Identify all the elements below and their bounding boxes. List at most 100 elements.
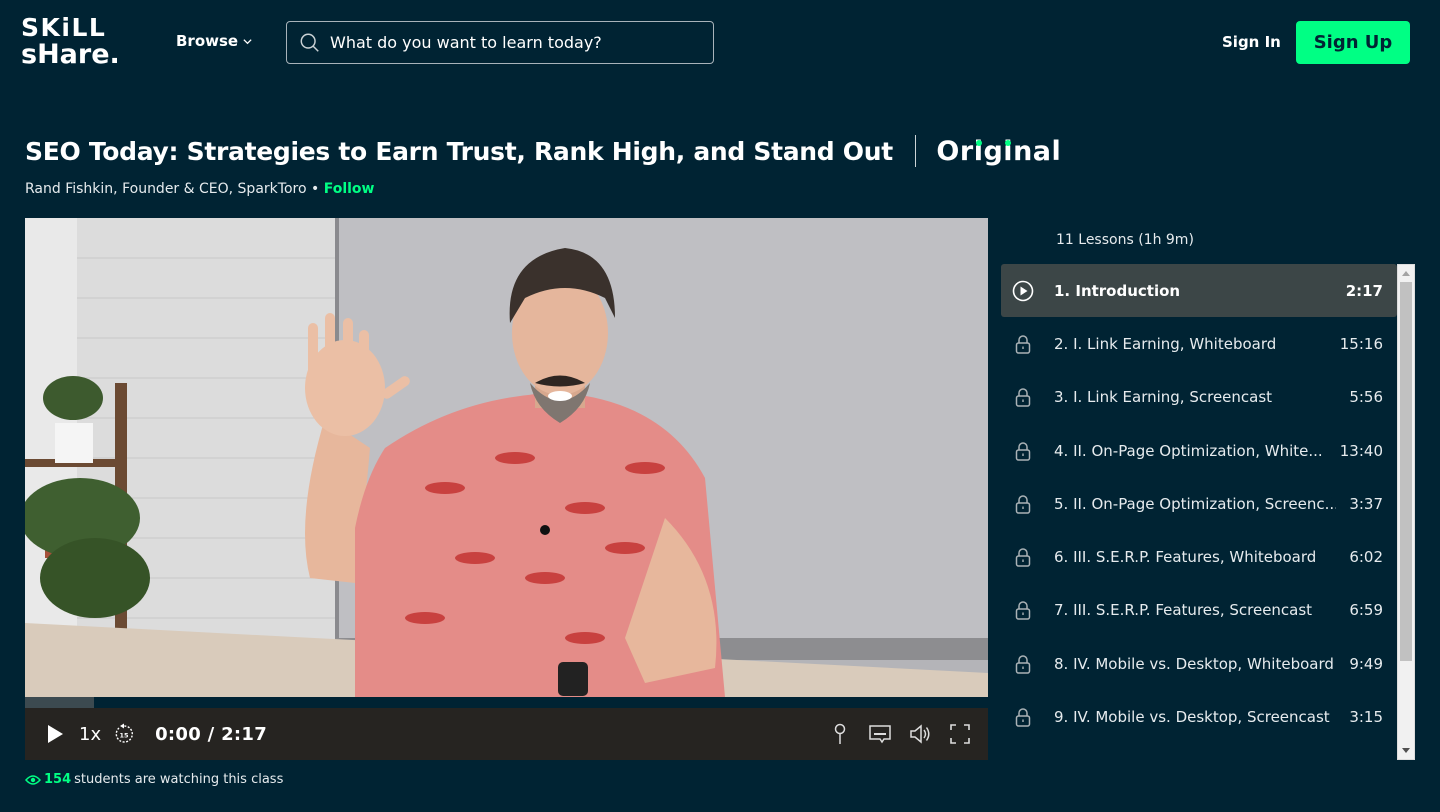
volume-icon [910, 724, 930, 744]
time-separator: / [201, 723, 222, 745]
lock-icon [1015, 654, 1031, 674]
volume-button[interactable] [908, 722, 932, 746]
scroll-down-arrow[interactable] [1402, 748, 1410, 753]
sign-in-link[interactable]: Sign In [1222, 33, 1281, 51]
lock-icon [1015, 495, 1031, 514]
browse-label: Browse [176, 32, 239, 50]
fullscreen-icon [950, 724, 970, 744]
badge-text-part: Or [936, 135, 974, 167]
lesson-title: 8. IV. Mobile vs. Desktop, Whiteboard [1054, 654, 1334, 673]
video-progress-bar[interactable] [25, 697, 988, 708]
rewind-15-button[interactable]: 15 [113, 723, 135, 745]
lesson-list: 1. Introduction 2:17 2. I. Link Earning, W… [1001, 264, 1397, 760]
lock-icon [1015, 708, 1031, 727]
lesson-title: 2. I. Link Earning, Whiteboard [1054, 334, 1277, 353]
logo-line-1: SKiLL [21, 13, 107, 42]
lesson-list-scrollbar[interactable] [1397, 264, 1415, 760]
follow-button[interactable]: Follow [324, 181, 375, 197]
duration: 2:17 [221, 723, 268, 745]
search-box[interactable] [286, 21, 714, 64]
watching-text: students are watching this class [74, 772, 284, 787]
lesson-lock-indicator [1012, 599, 1034, 621]
lock-icon [1015, 548, 1031, 567]
course-title-row: SEO Today: Strategies to Earn Trust, Ran… [25, 135, 1061, 167]
lesson-item[interactable]: 4. II. On-Page Optimization, White... 13:… [1001, 424, 1397, 477]
lesson-title: 6. III. S.E.R.P. Features, Whiteboard [1054, 548, 1317, 567]
pin-icon [834, 723, 846, 744]
lesson-title: 4. II. On-Page Optimization, White... [1054, 441, 1323, 460]
captions-icon [869, 725, 891, 744]
lesson-duration: 6:02 [1349, 548, 1383, 567]
author-name[interactable]: Rand Fishkin, Founder & CEO, SparkToro [25, 181, 307, 197]
time-display: 0:00 / 2:17 [155, 724, 267, 745]
search-icon [300, 33, 319, 52]
lesson-lock-indicator [1012, 546, 1034, 568]
title-divider [914, 135, 917, 167]
lesson-duration: 9:49 [1349, 654, 1383, 673]
course-title: SEO Today: Strategies to Earn Trust, Ran… [25, 136, 893, 166]
rewind-15-icon: 15 [115, 723, 134, 743]
fullscreen-button[interactable] [948, 722, 972, 746]
browse-menu-button[interactable]: Browse [176, 32, 253, 50]
lesson-lock-indicator [1012, 440, 1034, 462]
lesson-lock-indicator [1012, 653, 1034, 675]
video-frame[interactable] [25, 218, 988, 697]
play-icon [48, 725, 63, 743]
skillshare-logo[interactable]: SKiLL sHare. [21, 14, 136, 68]
lesson-title: 7. III. S.E.R.P. Features, Screencast [1054, 601, 1313, 620]
search-input[interactable] [330, 33, 690, 52]
lesson-duration: 13:40 [1339, 441, 1383, 460]
lesson-lock-indicator [1012, 333, 1034, 355]
lesson-title: 5. II. On-Page Optimization, Screenc... [1054, 494, 1336, 513]
lesson-item[interactable]: 8. IV. Mobile vs. Desktop, Whiteboard 9:4… [1001, 637, 1397, 690]
watching-count: 154 [44, 772, 72, 787]
play-button[interactable] [45, 723, 65, 745]
lesson-play-indicator [1012, 280, 1034, 302]
badge-text-part: i [973, 135, 984, 167]
lesson-duration: 3:37 [1349, 494, 1383, 513]
lesson-duration: 2:17 [1345, 281, 1383, 300]
lesson-lock-indicator [1012, 493, 1034, 515]
badge-text-part: g [983, 135, 1004, 167]
pin-button[interactable] [828, 722, 852, 746]
lessons-summary: 11 Lessons (1h 9m) [1056, 232, 1194, 248]
lesson-duration: 3:15 [1349, 708, 1383, 727]
author-separator: • [306, 181, 324, 197]
lesson-item[interactable]: 5. II. On-Page Optimization, Screenc... 3… [1001, 477, 1397, 530]
lesson-title: 1. Introduction [1054, 281, 1181, 300]
original-badge: Original [936, 136, 1061, 167]
badge-text-part: i [1003, 135, 1014, 167]
lesson-duration: 6:59 [1349, 601, 1383, 620]
video-thumbnail-instructor-waving [25, 218, 988, 697]
lesson-title: 9. IV. Mobile vs. Desktop, Screencast [1054, 708, 1330, 727]
lesson-item[interactable]: 9. IV. Mobile vs. Desktop, Screencast 3:1… [1001, 690, 1397, 743]
lesson-lock-indicator [1012, 706, 1034, 728]
lesson-item[interactable]: 1. Introduction 2:17 [1001, 264, 1397, 318]
buffered-bar [25, 697, 95, 708]
play-circle-icon [1012, 280, 1034, 301]
sign-up-button[interactable]: Sign Up [1296, 21, 1410, 64]
lesson-duration: 15:16 [1339, 334, 1383, 353]
lesson-item[interactable]: 3. I. Link Earning, Screencast 5:56 [1001, 371, 1397, 424]
lesson-lock-indicator [1012, 386, 1034, 408]
video-controls: 1x 15 0:00 / 2:17 [25, 708, 988, 760]
author-row: Rand Fishkin, Founder & CEO, SparkToro •… [25, 181, 374, 197]
current-time: 0:00 [155, 723, 202, 745]
lock-icon [1015, 441, 1031, 461]
lock-icon [1015, 601, 1031, 621]
lesson-title: 3. I. Link Earning, Screencast [1054, 388, 1273, 407]
playback-speed-button[interactable]: 1x [79, 724, 101, 745]
lesson-item[interactable]: 6. III. S.E.R.P. Features, Whiteboard 6:0… [1001, 530, 1397, 583]
video-player[interactable]: 1x 15 0:00 / 2:17 [25, 218, 988, 760]
watching-indicator: 154 students are watching this class [25, 772, 283, 787]
captions-button[interactable] [868, 722, 892, 746]
lock-icon [1015, 388, 1031, 407]
eye-icon [25, 774, 41, 785]
scroll-up-arrow[interactable] [1402, 271, 1410, 276]
svg-text:15: 15 [120, 732, 130, 740]
lesson-item[interactable]: 2. I. Link Earning, Whiteboard 15:16 [1001, 317, 1397, 370]
lesson-duration: 5:56 [1349, 388, 1383, 407]
scrollbar-thumb[interactable] [1400, 282, 1412, 661]
chevron-down-icon [243, 38, 252, 44]
lesson-item[interactable]: 7. III. S.E.R.P. Features, Screencast 6:5… [1001, 584, 1397, 637]
